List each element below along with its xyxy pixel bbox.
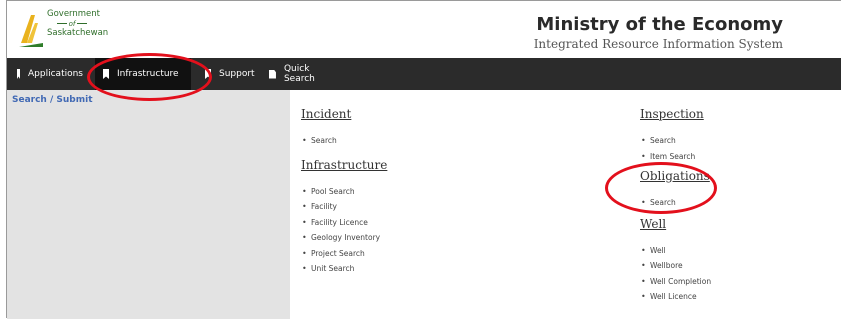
section-title-inspection[interactable]: Inspection	[640, 106, 830, 124]
link-inspection-search[interactable]: Search	[640, 133, 830, 149]
left-panel: Search / Submit	[7, 90, 290, 319]
bookmark-icon	[17, 69, 21, 79]
wheat-logo-icon	[19, 15, 43, 47]
content-column-left: Incident Search Infrastructure Pool Sear…	[301, 106, 501, 277]
app-frame: Government of Saskatchewan Ministry of t…	[6, 0, 841, 319]
document-icon	[269, 69, 276, 79]
link-geology-inventory[interactable]: Geology Inventory	[301, 230, 501, 246]
nav-applications[interactable]: Applications	[9, 58, 91, 90]
incident-links: Search	[301, 133, 501, 149]
link-project-search[interactable]: Project Search	[301, 246, 501, 262]
link-well[interactable]: Well	[640, 243, 830, 259]
nav-label: Quick Search	[283, 64, 315, 84]
system-subtitle: Integrated Resource Information System	[533, 37, 783, 51]
link-wellbore[interactable]: Wellbore	[640, 258, 830, 274]
section-title-well[interactable]: Well	[640, 216, 830, 234]
well-links: Well Wellbore Well Completion Well Licen…	[640, 243, 830, 305]
link-facility-licence[interactable]: Facility Licence	[301, 215, 501, 231]
link-facility[interactable]: Facility	[301, 199, 501, 215]
site-header: Government of Saskatchewan Ministry of t…	[7, 1, 841, 58]
link-well-licence[interactable]: Well Licence	[640, 289, 830, 305]
infrastructure-links: Pool Search Facility Facility Licence Ge…	[301, 184, 501, 277]
logo-line-1: Government	[47, 9, 101, 19]
gov-sask-logo[interactable]: Government of Saskatchewan	[17, 9, 167, 51]
link-well-completion[interactable]: Well Completion	[640, 274, 830, 290]
search-submit-link[interactable]: Search / Submit	[12, 95, 93, 105]
nav-label: Applications	[28, 69, 83, 79]
link-pool-search[interactable]: Pool Search	[301, 184, 501, 200]
ministry-heading: Ministry of the Economy Integrated Resou…	[534, 15, 783, 52]
ministry-title: Ministry of the Economy	[536, 14, 783, 35]
inspection-links: Search Item Search	[640, 133, 830, 164]
annotation-circle-infrastructure	[87, 53, 212, 101]
nav-label: Support	[219, 69, 255, 79]
section-title-infrastructure[interactable]: Infrastructure	[301, 157, 501, 175]
link-incident-search[interactable]: Search	[301, 133, 501, 149]
logo-line-3: Saskatchewan	[47, 28, 109, 38]
section-title-incident[interactable]: Incident	[301, 106, 501, 124]
link-unit-search[interactable]: Unit Search	[301, 261, 501, 277]
annotation-circle-obligations	[605, 162, 717, 214]
nav-quick-search[interactable]: Quick Search	[261, 58, 351, 90]
